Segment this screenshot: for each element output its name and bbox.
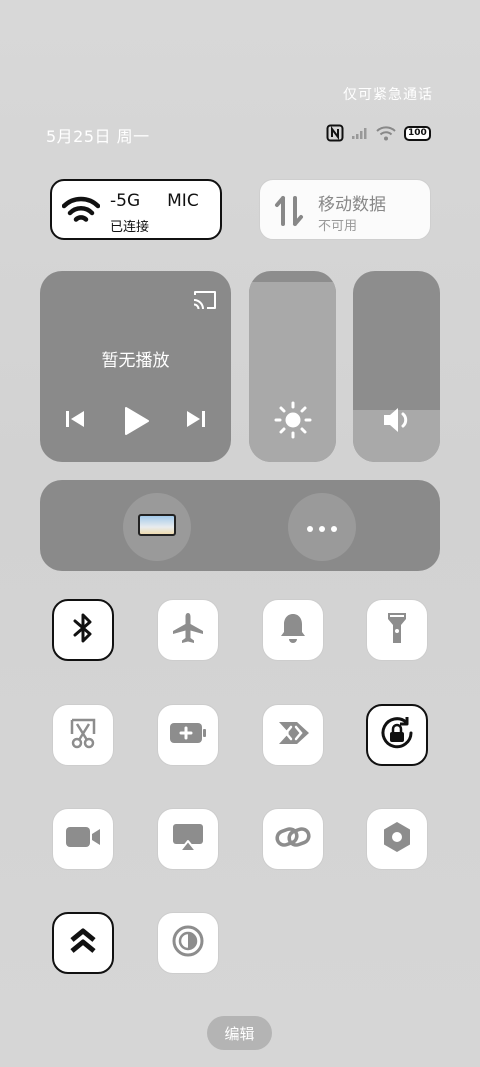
battery-plus-icon [169,721,207,749]
wifi-signal-icon [376,125,396,141]
performance-mode-toggle[interactable] [52,912,114,974]
hex-nut-icon [381,820,413,858]
share-arrow-icon [275,718,311,752]
rotation-lock-icon [378,715,416,755]
mobile-data-status: 不可用 [318,219,358,234]
brightness-icon [249,401,336,439]
screen-cast-toggle[interactable] [157,808,219,870]
brightness-slider[interactable] [249,271,336,462]
contrast-icon [171,924,205,962]
airplay-icon [171,822,205,856]
flashlight-icon [384,610,410,650]
edit-button[interactable]: 编辑 [207,1016,272,1050]
now-playing-text: 暂无播放 [101,351,170,371]
play-icon[interactable] [122,406,150,440]
screen-mirror-button[interactable] [123,493,191,561]
dark-mode-toggle[interactable] [157,912,219,974]
bell-icon [278,611,308,649]
wifi-status: 已连接 [110,220,150,235]
airplane-icon [171,611,205,649]
video-camera-icon [64,824,102,854]
rotation-lock-toggle[interactable] [366,704,428,766]
mobile-data-icon [274,194,304,232]
screen-mirror-icon [138,514,176,540]
flashlight-toggle[interactable] [366,599,428,661]
more-icon [306,518,338,537]
volume-slider[interactable] [353,271,440,462]
media-player-card[interactable]: 暂无播放 [40,271,231,462]
mobile-data-title: 移动数据 [318,195,386,215]
bluetooth-icon [68,611,98,649]
wifi-icon [61,196,101,230]
scissors-icon [66,716,100,754]
next-icon[interactable] [185,408,207,434]
emergency-call-only-text: 仅可紧急通话 [343,87,433,103]
shortcut-bar [40,480,440,571]
bluetooth-toggle[interactable] [52,599,114,661]
airplane-mode-toggle[interactable] [157,599,219,661]
nearby-share-toggle[interactable] [262,704,324,766]
wifi-ssid: -5G MIC [110,191,199,211]
screenshot-toggle[interactable] [52,704,114,766]
double-chevron-up-icon [68,926,98,960]
status-icons: 100 [326,124,431,142]
nfc-icon [326,124,344,142]
date-text: 5月25日 周一 [46,127,150,146]
ringer-toggle[interactable] [262,599,324,661]
volume-icon [353,405,440,435]
signal-icon [352,127,368,139]
more-button[interactable] [288,493,356,561]
link-toggle[interactable] [262,808,324,870]
mobile-data-tile[interactable]: 移动数据 不可用 [259,179,431,240]
link-icon [274,822,312,856]
screen-record-toggle[interactable] [52,808,114,870]
cast-icon[interactable] [192,289,218,315]
settings-toggle[interactable] [366,808,428,870]
battery-icon: 100 [404,125,431,141]
wifi-tile[interactable]: -5G MIC 已连接 [50,179,222,240]
previous-icon[interactable] [64,408,86,434]
battery-saver-toggle[interactable] [157,704,219,766]
